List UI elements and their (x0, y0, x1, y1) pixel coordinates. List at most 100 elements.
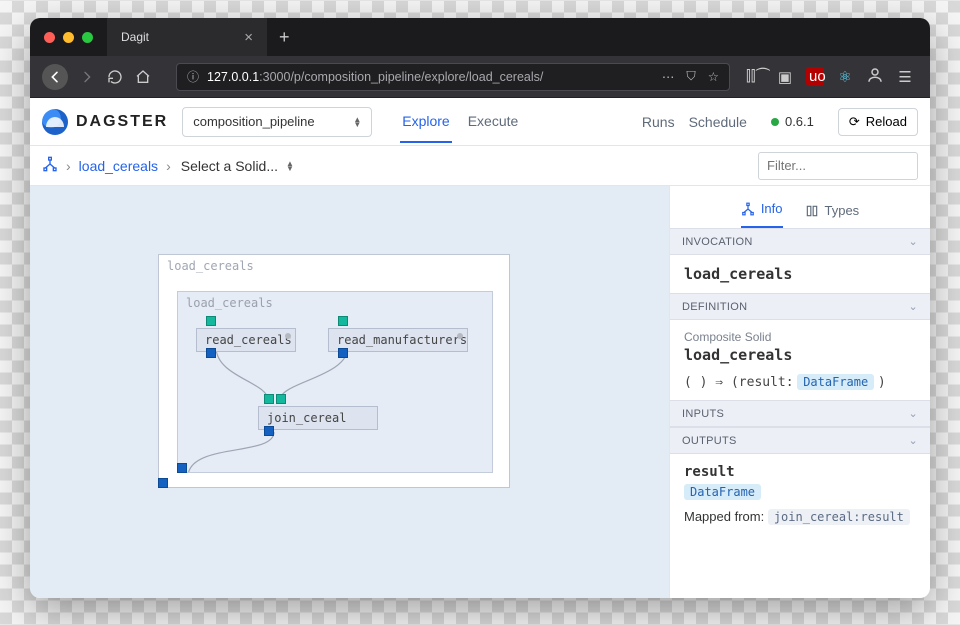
section-inputs-header[interactable]: INPUTS ⌄ (670, 400, 930, 427)
react-devtools-icon[interactable]: ⚛ (836, 68, 854, 86)
brand[interactable]: DAGSTER (42, 109, 168, 135)
output-type[interactable]: DataFrame (684, 484, 761, 500)
tab-execute[interactable]: Execute (466, 101, 521, 143)
solid-selector-placeholder: Select a Solid... (181, 158, 278, 174)
chevron-down-icon: ⌄ (908, 235, 918, 248)
maximize-window-dot[interactable] (82, 32, 93, 43)
panel-tab-info-label: Info (761, 201, 783, 216)
page-actions-icon[interactable]: ⋯ (662, 69, 675, 84)
tab-explore[interactable]: Explore (400, 101, 451, 143)
close-tab-icon[interactable]: × (244, 29, 253, 46)
nav-schedule[interactable]: Schedule (689, 114, 747, 130)
output-port-icon[interactable] (264, 426, 274, 436)
type-dot-icon (457, 333, 463, 339)
version-text: 0.6.1 (785, 114, 814, 129)
bookmark-icon[interactable]: ☆ (708, 69, 719, 84)
brand-text: DAGSTER (76, 113, 168, 131)
input-port-icon[interactable] (264, 394, 274, 404)
sidebar-icon[interactable]: ▣ (776, 68, 794, 86)
filter-input[interactable] (758, 152, 918, 180)
section-outputs-title: OUTPUTS (682, 435, 737, 447)
forward-button[interactable] (78, 68, 96, 86)
close-window-dot[interactable] (44, 32, 55, 43)
section-definition-header[interactable]: DEFINITION ⌄ (670, 293, 930, 320)
chevron-sort-icon: ▲▼ (286, 161, 294, 171)
definition-name: load_cereals (684, 346, 916, 364)
chevron-down-icon: ⌄ (908, 434, 918, 447)
graph-icon[interactable] (42, 156, 58, 175)
new-tab-button[interactable]: + (267, 18, 302, 56)
url-port: :3000 (259, 70, 290, 84)
section-invocation-header[interactable]: INVOCATION ⌄ (670, 228, 930, 255)
window-traffic-lights (30, 18, 107, 56)
dag-canvas[interactable]: load_cereals load_cereals read_cereals (30, 186, 670, 598)
dagster-logo-icon (42, 109, 68, 135)
output-name: result (684, 464, 916, 480)
solid-label: join_cereal (267, 411, 346, 425)
home-button[interactable] (134, 68, 152, 86)
explorer-toolbar: › load_cereals › Select a Solid... ▲▼ (30, 146, 930, 186)
nav-runs[interactable]: Runs (642, 114, 675, 130)
outer-label: load_cereals (167, 259, 254, 273)
chevron-right-icon: › (166, 158, 171, 174)
output-port-icon[interactable] (206, 348, 216, 358)
composite-solid-outer[interactable]: load_cereals load_cereals read_cereals (158, 254, 510, 488)
chevron-down-icon: ⌄ (908, 407, 918, 420)
status-dot-icon (771, 118, 779, 126)
input-port-icon[interactable] (276, 394, 286, 404)
account-icon[interactable] (866, 66, 884, 88)
signature-type[interactable]: DataFrame (797, 374, 874, 390)
breadcrumb-item[interactable]: load_cereals (79, 158, 158, 174)
type-dot-icon (285, 333, 291, 339)
hamburger-menu-icon[interactable]: ☰ (896, 68, 914, 86)
inner-label: load_cereals (186, 296, 273, 310)
browser-tab[interactable]: Dagit × (107, 18, 267, 56)
tab-title: Dagit (121, 30, 149, 44)
chevron-down-icon: ⌄ (908, 300, 918, 313)
minimize-window-dot[interactable] (63, 32, 74, 43)
version-indicator: 0.6.1 (771, 114, 814, 129)
invocation-name: load_cereals (684, 265, 916, 283)
section-invocation-title: INVOCATION (682, 236, 753, 248)
output-port-icon[interactable] (158, 478, 168, 488)
reader-icon[interactable]: ⛉ (686, 69, 695, 84)
composite-solid-inner[interactable]: load_cereals read_cereals (177, 291, 493, 473)
output-port-icon[interactable] (177, 463, 187, 473)
library-icon[interactable]: ⫿⫿⏜ (746, 68, 764, 85)
section-definition-title: DEFINITION (682, 301, 747, 313)
chevron-sort-icon: ▲▼ (353, 117, 361, 127)
solid-label: read_manufacturers (337, 333, 467, 347)
pipeline-selector-value: composition_pipeline (193, 114, 314, 129)
output-port-icon[interactable] (338, 348, 348, 358)
reload-button[interactable]: ⟳ Reload (838, 108, 918, 136)
details-panel: Info Types INVOCATION ⌄ load_cereals DEF… (670, 186, 930, 598)
definition-kind: Composite Solid (684, 330, 916, 344)
pipeline-selector[interactable]: composition_pipeline ▲▼ (182, 107, 372, 137)
url-path: /p/composition_pipeline/explore/load_cer… (290, 70, 543, 84)
site-info-icon[interactable]: ⓘ (187, 68, 199, 85)
ublock-icon[interactable]: uo (806, 67, 824, 86)
panel-tab-types[interactable]: Types (805, 203, 860, 228)
app-header: DAGSTER composition_pipeline ▲▼ Explore … (30, 98, 930, 146)
url-host: 127.0.0.1 (207, 70, 259, 84)
panel-tab-info[interactable]: Info (741, 201, 783, 228)
mapped-from-value[interactable]: join_cereal:result (768, 509, 910, 525)
reload-browser-button[interactable] (106, 68, 124, 86)
mapped-from-label: Mapped from: (684, 509, 764, 524)
browser-titlebar: Dagit × + (30, 18, 930, 56)
solid-label: read_cereals (205, 333, 292, 347)
chevron-right-icon: › (66, 158, 71, 174)
signature-close: ) (878, 375, 886, 390)
input-port-icon[interactable] (206, 316, 216, 326)
signature-open: ( ) ⇒ (result: (684, 375, 794, 390)
reload-icon: ⟳ (849, 114, 860, 130)
section-inputs-title: INPUTS (682, 408, 724, 420)
panel-tab-types-label: Types (825, 203, 860, 218)
section-outputs-header[interactable]: OUTPUTS ⌄ (670, 427, 930, 454)
solid-selector[interactable]: Select a Solid... ▲▼ (181, 158, 294, 174)
back-button[interactable] (42, 64, 68, 90)
reload-label: Reload (866, 114, 907, 129)
browser-toolbar: ⓘ 127.0.0.1:3000/p/composition_pipeline/… (30, 56, 930, 98)
input-port-icon[interactable] (338, 316, 348, 326)
url-bar[interactable]: ⓘ 127.0.0.1:3000/p/composition_pipeline/… (176, 63, 730, 91)
